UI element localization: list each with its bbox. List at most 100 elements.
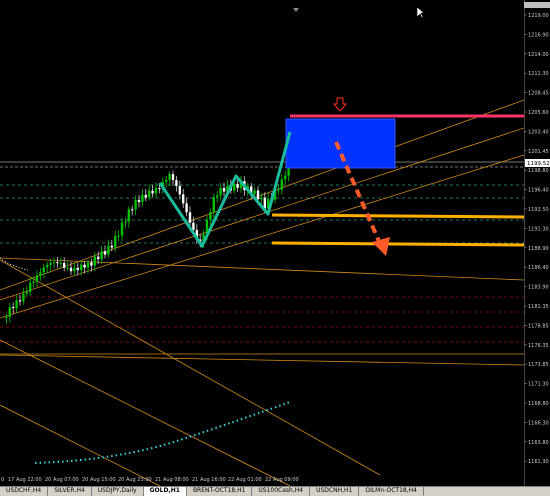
candle-body: [73, 267, 76, 272]
price-tick: 1161.30: [528, 459, 549, 465]
candle-body: [260, 197, 263, 200]
time-tick: 22 Aug 01:00: [228, 477, 262, 483]
candle-body: [188, 212, 192, 223]
candle-body: [32, 281, 35, 283]
supply-zone[interactable]: [285, 118, 396, 169]
candle-body: [5, 316, 8, 318]
price-tick: 1168.80: [528, 401, 549, 407]
price-tick: 1181.35: [528, 304, 549, 310]
candle-body: [107, 245, 110, 255]
candle-body: [56, 262, 59, 264]
candle-body: [209, 211, 212, 220]
candle-body: [144, 194, 147, 198]
candle-body: [46, 264, 49, 268]
candle-body: [103, 251, 107, 255]
candle-body: [86, 262, 90, 268]
candle-body: [120, 222, 124, 236]
candle-body: [97, 256, 100, 260]
candle-body: [59, 262, 62, 264]
price-tick: 1208.45: [528, 91, 549, 97]
candle-body: [165, 179, 168, 182]
price-tick: 1178.85: [528, 323, 549, 329]
candle-body: [168, 174, 171, 180]
price-tick: 1203.40: [528, 129, 549, 135]
candle-body: [93, 256, 96, 266]
candle-body: [52, 262, 56, 264]
candle-body: [256, 190, 260, 200]
time-tick: 21 Aug 08:00: [155, 477, 189, 483]
price-tick: 1201.45: [528, 149, 549, 155]
candle-body: [117, 235, 120, 237]
candle-body: [100, 251, 103, 260]
candle-body: [216, 195, 219, 197]
price-tick: 1166.30: [528, 420, 549, 426]
candle-body: [15, 300, 18, 309]
candle-body: [25, 291, 28, 294]
price-tick: 1171.30: [528, 382, 549, 388]
time-tick: 21 Aug 16:00: [192, 477, 226, 483]
candle-body: [49, 263, 52, 265]
axis-scroll-handle[interactable]: [524, 2, 550, 8]
price-tick: 1198.80: [528, 168, 549, 174]
candle-body: [222, 188, 226, 192]
candle-body: [280, 179, 283, 190]
current-price-label: 1199.52: [527, 161, 550, 167]
price-tick: 1188.90: [528, 246, 549, 252]
price-tick: 1219.00: [528, 13, 549, 19]
candle-body: [151, 190, 154, 194]
candle-body: [137, 199, 141, 203]
candle-body: [35, 275, 39, 282]
candle-body: [90, 262, 93, 266]
candle-body: [22, 293, 25, 302]
candle-body: [154, 188, 158, 194]
candle-body: [182, 194, 185, 204]
candle-body: [171, 174, 175, 181]
price-chart[interactable]: 0 17 Aug 22:00 20 Aug 07:00 20 Aug 15:00…: [0, 0, 524, 486]
price-tick-labels: 1219.00 1216.90 1214.00 1211.30 1208.45 1205.…: [524, 13, 549, 465]
candle-body: [277, 189, 280, 191]
candle-body: [236, 183, 239, 188]
candle-body: [80, 264, 83, 271]
candle-body: [76, 267, 79, 271]
candle-body: [66, 267, 69, 269]
time-axis: 0 17 Aug 22:00 20 Aug 07:00 20 Aug 15:00…: [1, 477, 299, 483]
candle-body: [192, 222, 195, 230]
candle-body: [114, 236, 117, 248]
candle-body: [219, 188, 222, 196]
candle-body: [124, 221, 127, 223]
candle-body: [148, 190, 151, 198]
candle-body: [134, 199, 137, 210]
candle-body: [212, 196, 215, 212]
support-line-lower[interactable]: [271, 241, 524, 247]
price-tick: 1163.80: [528, 440, 549, 446]
time-tick-first: 0: [1, 477, 4, 483]
candle-body: [42, 267, 45, 273]
candle-body: [18, 300, 22, 302]
candle-body: [29, 282, 32, 292]
candle-body: [263, 197, 266, 209]
candle-body: [8, 307, 11, 317]
price-axis[interactable]: 1219.00 1216.90 1214.00 1211.30 1208.45 1205.…: [524, 0, 550, 486]
candle-body: [39, 272, 42, 276]
candle-body: [175, 180, 178, 186]
price-tick: 1173.85: [528, 362, 549, 368]
candle-body: [127, 209, 130, 222]
price-tick: 1196.40: [528, 188, 549, 194]
candle-body: [178, 185, 181, 195]
candle-body: [284, 175, 287, 180]
price-tick: 1193.50: [528, 207, 549, 213]
candle-body: [131, 209, 134, 211]
price-tick: 1216.90: [528, 32, 549, 38]
candle-body: [158, 188, 161, 190]
price-tick: 1191.30: [528, 226, 549, 232]
time-tick: 20 Aug 23:00: [118, 477, 152, 483]
price-tick: 1211.30: [528, 71, 549, 77]
candle-body: [233, 183, 236, 191]
candle-body: [253, 190, 256, 195]
support-line-upper[interactable]: [271, 213, 524, 219]
candle-body: [83, 264, 86, 268]
candle-body: [141, 194, 144, 203]
price-tick: 1176.35: [528, 343, 549, 349]
price-tick: 1186.40: [528, 265, 549, 271]
mouse-cursor-icon: [417, 7, 425, 19]
